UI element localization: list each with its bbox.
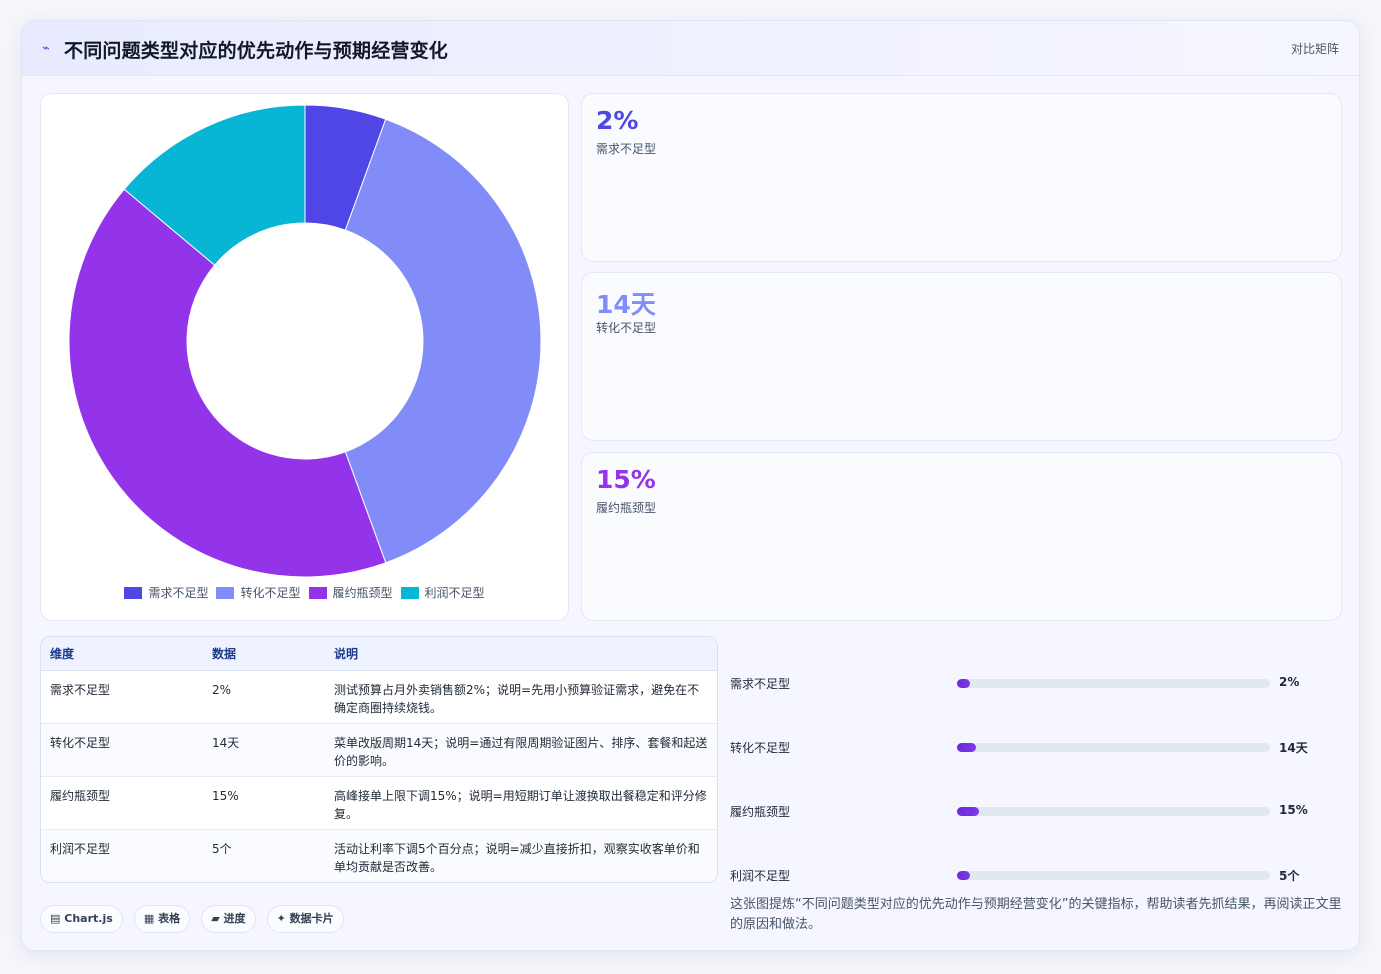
progress-value: 2% — [1279, 675, 1300, 689]
stat-label: 履约瓶颈型 — [596, 501, 657, 515]
progress-label: 利润不足型 — [730, 869, 791, 883]
legend-label: 转化不足型 — [240, 586, 301, 600]
column-header: 说明 — [325, 637, 717, 671]
progress-track — [957, 679, 1270, 688]
progress-row: 利润不足型 5个 — [730, 865, 1350, 885]
page-title: 不同问题类型对应的优先动作与预期经营变化 — [64, 40, 449, 62]
progress-fill — [957, 743, 976, 752]
table-cell: 14天 — [203, 723, 325, 777]
card-header: ⌁ 不同问题类型对应的优先动作与预期经营变化 对比矩阵 — [22, 21, 1359, 76]
table-row: 需求不足型 2% 测试预算占月外卖销售额2%；说明=先用小预算验证需求，避免在不… — [41, 670, 717, 724]
progress-row: 需求不足型 2% — [730, 673, 1350, 693]
pill-data-card[interactable]: ✦ 数据卡片 — [266, 905, 344, 933]
table-row: 利润不足型 5个 活动让利率下调5个百分点；说明=减少直接折扣，观察实收客单价和… — [41, 829, 717, 882]
table-cell: 15% — [203, 776, 325, 830]
chart-legend: 需求不足型 转化不足型 履约瓶颈型 利润不足型 — [41, 584, 568, 601]
stat-card-demand: 2% 需求不足型 — [581, 93, 1342, 262]
progress-row: 履约瓶颈型 15% — [730, 801, 1350, 821]
pill-label: 数据卡片 — [289, 912, 334, 925]
pill-label: 进度 — [223, 912, 246, 925]
progress-label: 转化不足型 — [730, 741, 791, 755]
progress-fill — [957, 871, 970, 880]
table-cell: 5个 — [212, 841, 232, 856]
progress-label: 履约瓶颈型 — [730, 805, 791, 819]
table-cell: 活动让利率下调5个百分点；说明=减少直接折扣，观察实收客单价和单均贡献是否改善。 — [334, 841, 700, 874]
table-cell: 需求不足型 — [41, 670, 203, 724]
progress-fill — [957, 679, 970, 688]
sparkle-icon: ✦ — [276, 912, 286, 925]
chart-icon: ▤ — [50, 912, 61, 925]
pill-table[interactable]: ▦ 表格 — [133, 905, 191, 933]
progress-row: 转化不足型 14天 — [730, 737, 1350, 757]
stat-value: 2% — [596, 106, 639, 135]
stat-label: 转化不足型 — [596, 321, 657, 335]
column-header: 维度 — [41, 637, 203, 671]
progress-track — [957, 807, 1270, 816]
pill-chartjs[interactable]: ▤ Chart.js — [40, 905, 123, 933]
table-cell: 履约瓶颈型 — [41, 776, 203, 830]
legend-swatch — [216, 587, 235, 599]
chart-line-icon: ⌁ — [42, 41, 50, 56]
stat-card-conversion: 14天 转化不足型 — [581, 272, 1342, 441]
stat-value: 14天 — [596, 290, 656, 319]
tech-pills: ▤ Chart.js ▦ 表格 ▰ 进度 ✦ 数据卡片 — [40, 905, 350, 935]
progress-fill — [957, 807, 979, 816]
table-icon: ▦ — [143, 912, 155, 925]
progress-track — [957, 743, 1270, 752]
legend-item[interactable]: 转化不足型 — [216, 584, 301, 601]
legend-item[interactable]: 履约瓶颈型 — [308, 584, 393, 601]
table-cell: 2% — [203, 670, 325, 724]
donut-chart-panel: 需求不足型 转化不足型 履约瓶颈型 利润不足型 — [40, 93, 569, 621]
main-card: ⌁ 不同问题类型对应的优先动作与预期经营变化 对比矩阵 需求不足型 转化不足型 履约… — [21, 20, 1360, 951]
legend-label: 履约瓶颈型 — [332, 586, 393, 600]
legend-swatch — [124, 587, 143, 599]
column-header: 数据 — [203, 637, 325, 671]
progress-list: 需求不足型 2% 转化不足型 14天 履约瓶颈型 15% 利润不足型 5个 — [730, 636, 1350, 896]
progress-value: 14天 — [1279, 741, 1308, 755]
table-header-row: 维度 数据 说明 — [41, 637, 717, 671]
donut-chart — [68, 104, 542, 578]
table-cell: 菜单改版周期14天；说明=通过有限周期验证图片、排序、套餐和起送价的影响。 — [325, 723, 717, 777]
legend-swatch — [400, 587, 419, 599]
legend-item[interactable]: 利润不足型 — [400, 584, 485, 601]
view-tag: 对比矩阵 — [1290, 42, 1339, 56]
table-cell: 测试预算占月外卖销售额2%；说明=先用小预算验证需求，避免在不确定商圈持续烧钱。 — [325, 670, 717, 724]
legend-swatch — [308, 587, 327, 599]
data-table: 维度 数据 说明 需求不足型 2% 测试预算占月外卖销售额2%；说明=先用小预算… — [40, 636, 718, 883]
donut-slice[interactable] — [344, 118, 542, 564]
pill-label: Chart.js — [64, 912, 113, 925]
legend-item[interactable]: 需求不足型 — [124, 584, 208, 601]
progress-track — [957, 871, 1270, 880]
progress-icon: ▰ — [211, 912, 220, 925]
stat-card-fulfillment: 15% 履约瓶颈型 — [581, 452, 1342, 621]
table-cell: 高峰接单上限下调15%；说明=用短期订单让渡换取出餐稳定和评分修复。 — [325, 776, 717, 830]
stat-label: 需求不足型 — [596, 142, 657, 156]
table-cell: 转化不足型 — [41, 723, 203, 777]
pill-label: 表格 — [158, 912, 181, 925]
legend-label: 需求不足型 — [148, 586, 209, 600]
pill-progress[interactable]: ▰ 进度 — [201, 905, 256, 933]
legend-label: 利润不足型 — [424, 586, 485, 600]
table-row: 转化不足型 14天 菜单改版周期14天；说明=通过有限周期验证图片、排序、套餐和… — [41, 723, 717, 777]
progress-value: 5个 — [1279, 869, 1300, 883]
progress-label: 需求不足型 — [730, 677, 791, 691]
summary-note: 这张图提炼“不同问题类型对应的优先动作与预期经营变化”的关键指标，帮助读者先抓结… — [730, 897, 1342, 932]
stat-value: 15% — [596, 465, 656, 494]
table-row: 履约瓶颈型 15% 高峰接单上限下调15%；说明=用短期订单让渡换取出餐稳定和评… — [41, 776, 717, 830]
progress-value: 15% — [1279, 803, 1308, 817]
table-cell: 利润不足型 — [50, 841, 111, 856]
